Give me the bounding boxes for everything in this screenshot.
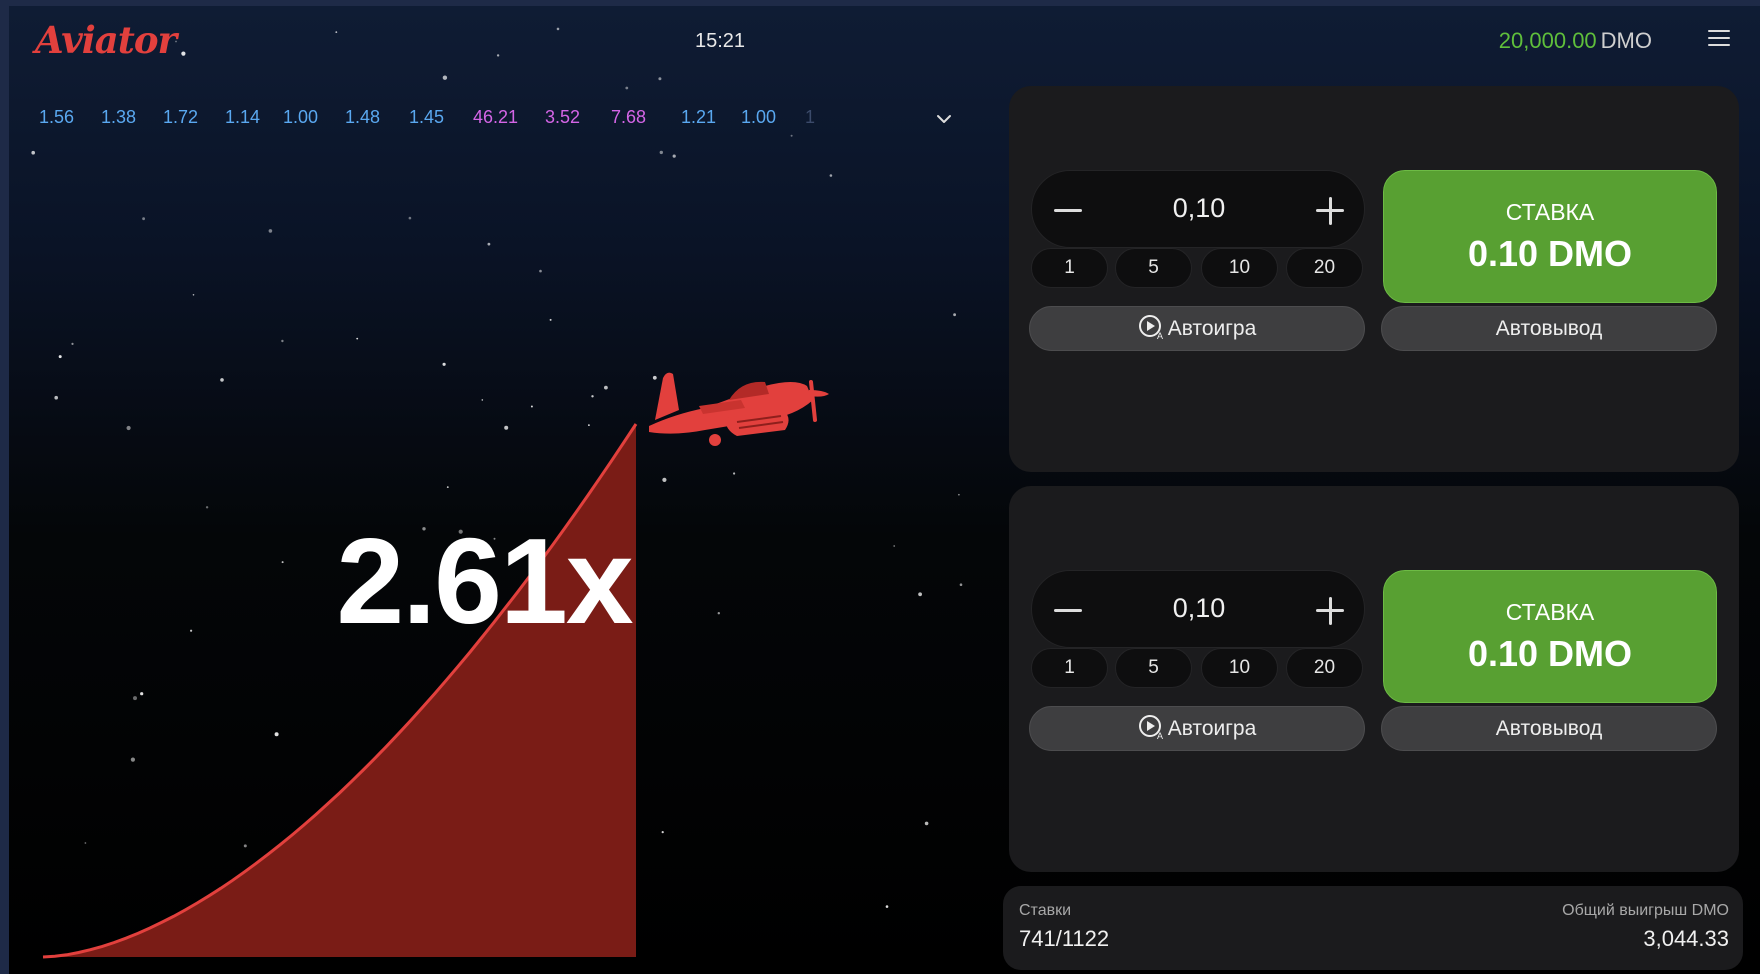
history-multiplier[interactable]: 1.14 xyxy=(225,107,260,128)
history-multiplier[interactable]: 1.00 xyxy=(741,107,776,128)
balance-amount: 20,000.00 xyxy=(1498,28,1597,53)
bet-panel-2: 1 5 10 20 СТАВКА 0.10 DMO A Автоигра Авт… xyxy=(1009,486,1739,872)
chip-10[interactable]: 10 xyxy=(1201,648,1278,688)
autoplay-icon: A xyxy=(1138,315,1163,340)
aviator-logo: Aviator xyxy=(35,18,177,62)
bet-amount-input[interactable] xyxy=(1112,593,1286,624)
svg-text:A: A xyxy=(1157,731,1163,740)
quick-amount-chips: 1 5 10 20 xyxy=(1031,648,1365,688)
bet-button-amount: 0.10 DMO xyxy=(1467,233,1633,274)
game-window: Aviator 15:21 20,000.00 DMO 1.56 1.38 1.72 1… xyxy=(9,6,1760,974)
history-multiplier[interactable]: 1.72 xyxy=(163,107,198,128)
autoplay-button[interactable]: A Автоигра xyxy=(1029,706,1365,751)
decrease-bet-button[interactable] xyxy=(1032,171,1102,249)
history-multiplier[interactable]: 1.00 xyxy=(283,107,318,128)
chip-10[interactable]: 10 xyxy=(1201,248,1278,288)
history-multiplier[interactable]: 1.45 xyxy=(409,107,444,128)
increase-bet-button[interactable] xyxy=(1294,571,1364,649)
menu-icon[interactable] xyxy=(1708,30,1730,48)
bets-count-label: Ставки xyxy=(1019,902,1072,919)
history-multiplier[interactable]: 3.52 xyxy=(545,107,580,128)
svg-text:A: A xyxy=(1157,331,1163,340)
balance-currency: DMO xyxy=(1600,28,1652,53)
autocashout-label: Автовывод xyxy=(1495,717,1603,740)
place-bet-button[interactable]: СТАВКА 0.10 DMO xyxy=(1383,170,1717,303)
total-win-label: Общий выигрыш DMO xyxy=(1562,902,1729,919)
bet-button-label: СТАВКА xyxy=(1505,599,1595,625)
decrease-bet-button[interactable] xyxy=(1032,571,1102,649)
balance: 20,000.00 DMO xyxy=(1499,28,1652,54)
history-multiplier[interactable]: 1.21 xyxy=(681,107,716,128)
autocashout-button[interactable]: Автовывод xyxy=(1381,706,1717,751)
history-multiplier[interactable]: 1 xyxy=(805,107,815,128)
flight-trail-area xyxy=(43,424,636,957)
bet-amount-stepper xyxy=(1031,170,1365,248)
autoplay-label: Автоигра xyxy=(1167,317,1257,340)
history-multiplier[interactable]: 46.21 xyxy=(473,107,518,128)
round-stats: Ставки 741/1122 Общий выигрыш DMO 3,044.… xyxy=(1003,886,1743,970)
autoplay-button[interactable]: A Автоигра xyxy=(1029,306,1365,351)
increase-bet-button[interactable] xyxy=(1294,171,1364,249)
history-multiplier[interactable]: 1.38 xyxy=(101,107,136,128)
history-multiplier[interactable]: 1.48 xyxy=(345,107,380,128)
history-multiplier[interactable]: 1.56 xyxy=(39,107,74,128)
bet-panel-1: 1 5 10 20 СТАВКА 0.10 DMO A Автоигра Авт… xyxy=(1009,86,1739,472)
clock: 15:21 xyxy=(695,30,746,52)
chip-1[interactable]: 1 xyxy=(1031,648,1108,688)
chip-5[interactable]: 5 xyxy=(1115,248,1192,288)
bet-amount-stepper xyxy=(1031,570,1365,648)
chevron-down-icon[interactable] xyxy=(935,110,953,128)
place-bet-button[interactable]: СТАВКА 0.10 DMO xyxy=(1383,570,1717,703)
autoplay-icon: A xyxy=(1138,715,1163,740)
airplane-icon xyxy=(649,372,829,446)
chip-20[interactable]: 20 xyxy=(1286,648,1363,688)
autocashout-label: Автовывод xyxy=(1495,317,1603,340)
chip-5[interactable]: 5 xyxy=(1115,648,1192,688)
bet-button-label: СТАВКА xyxy=(1505,199,1595,225)
chip-20[interactable]: 20 xyxy=(1286,248,1363,288)
history-multiplier[interactable]: 7.68 xyxy=(611,107,646,128)
bets-count-value: 741/1122 xyxy=(1019,926,1110,951)
bet-amount-input[interactable] xyxy=(1112,193,1286,224)
chip-1[interactable]: 1 xyxy=(1031,248,1108,288)
autocashout-button[interactable]: Автовывод xyxy=(1381,306,1717,351)
total-win-value: 3,044.33 xyxy=(1643,926,1729,951)
quick-amount-chips: 1 5 10 20 xyxy=(1031,248,1365,288)
current-multiplier: 2.61x xyxy=(336,513,633,649)
bet-button-amount: 0.10 DMO xyxy=(1467,633,1633,674)
autoplay-label: Автоигра xyxy=(1167,717,1257,740)
multiplier-history: 1.56 1.38 1.72 1.14 1.00 1.48 1.45 46.21 3.52 7.6… xyxy=(39,102,919,132)
flight-canvas xyxy=(31,27,963,959)
